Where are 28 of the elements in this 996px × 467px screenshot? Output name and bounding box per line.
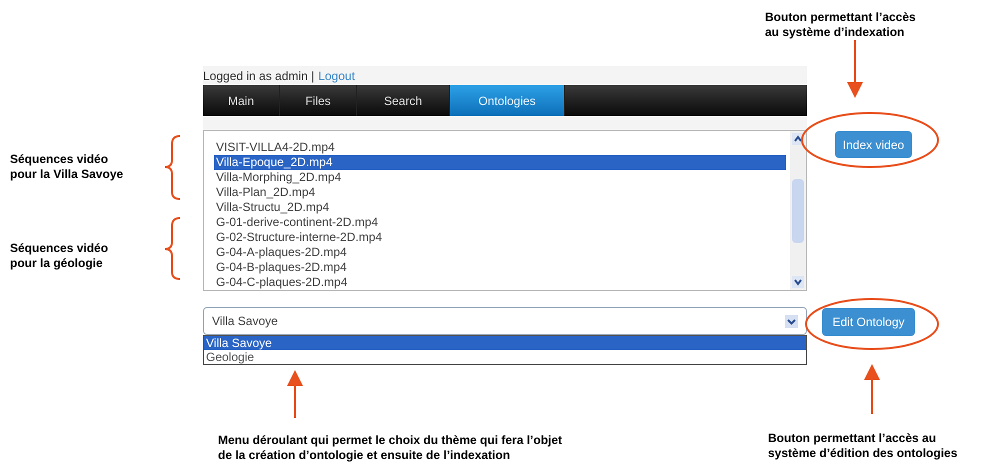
brace <box>164 135 180 200</box>
annotation-text: Séquences vidéo pour la Villa Savoye <box>10 152 124 182</box>
arrow <box>847 40 863 98</box>
video-list-item[interactable]: G-04-C-plaques-2D.mp4 <box>214 275 786 290</box>
video-list-item[interactable]: G-02-Structure-interne-2D.mp4 <box>214 230 786 245</box>
video-list-item[interactable]: VISIT-VILLA4-2D.mp4 <box>214 140 786 155</box>
annotation-text: Séquences vidéo pour la géologie <box>10 241 108 271</box>
video-list-item[interactable]: G-01-derive-continent-2D.mp4 <box>214 215 786 230</box>
video-list-item[interactable]: Villa-Structu_2D.mp4 <box>214 200 786 215</box>
annotation-text: Bouton permettant l’accès au système d’indexation <box>765 10 916 40</box>
arrow <box>864 364 880 414</box>
video-list-item[interactable]: Villa-Morphing_2D.mp4 <box>214 170 786 185</box>
scroll-down-icon[interactable] <box>792 276 804 288</box>
video-list-item[interactable]: Villa-Plan_2D.mp4 <box>214 185 786 200</box>
login-status: Logged in as admin | <box>203 68 314 84</box>
brace <box>164 217 180 280</box>
nav-tab[interactable]: Ontologies <box>450 85 565 116</box>
annotation-text: Bouton permettant l’accès au système d’édition des ontologies <box>768 431 958 461</box>
video-list-item[interactable]: G-04-B-plaques-2D.mp4 <box>214 260 786 275</box>
scrollbar[interactable] <box>790 131 806 290</box>
video-list-item[interactable]: G-04-A-plaques-2D.mp4 <box>214 245 786 260</box>
dropdown-option[interactable]: Villa Savoye <box>204 336 806 350</box>
arrow <box>287 370 303 418</box>
video-list-item[interactable]: Villa-Epoque_2D.mp4 <box>214 155 786 170</box>
annotation-text: Menu déroulant qui permet le choix du thème qui fera l’objet de la création d’ontologie et ensuite de l’indexation <box>218 433 562 463</box>
theme-select[interactable]: Villa Savoye <box>203 307 807 335</box>
dropdown-option[interactable]: Geologie <box>204 350 806 364</box>
scroll-thumb[interactable] <box>792 178 804 242</box>
